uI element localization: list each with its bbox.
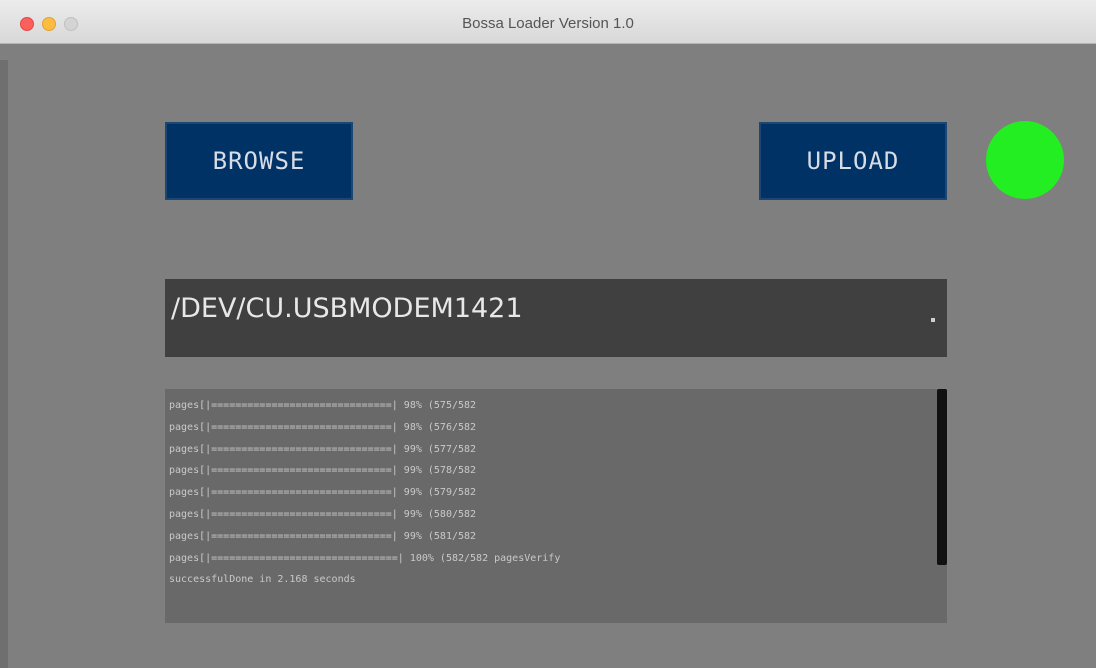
console-line: pages[|==============================| 9… (169, 465, 477, 477)
dropdown-arrow-icon[interactable] (931, 318, 935, 322)
console-line: pages[|==============================| 9… (169, 421, 477, 433)
output-console: pages[|==============================| 9… (165, 389, 947, 623)
console-line: pages[|==============================| 9… (169, 508, 477, 520)
title-bar[interactable]: Bossa Loader Version 1.0 (0, 0, 1096, 44)
window-title: Bossa Loader Version 1.0 (462, 15, 634, 32)
app-window: Bossa Loader Version 1.0 BROWSE UPLOAD /… (0, 0, 1096, 668)
serial-port-dropdown[interactable]: /DEV/CU.USBMODEM1421 (165, 279, 947, 357)
console-line: pages[|===============================| … (169, 552, 561, 564)
console-scrollbar[interactable] (937, 389, 947, 565)
console-line: successfulDone in 2.168 seconds (169, 574, 356, 586)
upload-button[interactable]: UPLOAD (759, 122, 947, 200)
console-line: pages[|==============================| 9… (169, 400, 477, 411)
console-line: pages[|==============================| 9… (169, 443, 477, 455)
console-line: pages[|==============================| 9… (169, 530, 477, 542)
browse-button[interactable]: BROWSE (165, 122, 353, 200)
serial-port-value: /DEV/CU.USBMODEM1421 (171, 293, 523, 324)
connection-status-indicator (986, 121, 1064, 199)
console-line: pages[|==============================| 9… (169, 487, 477, 499)
window-edge (0, 60, 8, 668)
